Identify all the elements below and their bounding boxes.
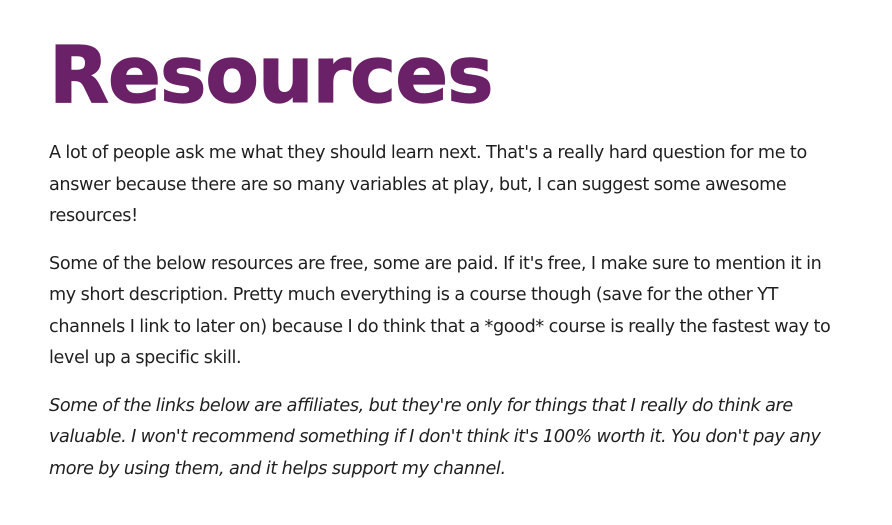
free-paid-paragraph: Some of the below resources are free, so… — [49, 253, 831, 369]
intro-paragraph: A lot of people ask me what they should … — [49, 143, 807, 226]
affiliate-disclaimer-paragraph: Some of the links below are affiliates, … — [49, 395, 821, 479]
page-title: Resources — [48, 30, 494, 121]
resources-page: Resources A lot of people ask me what th… — [0, 0, 892, 525]
